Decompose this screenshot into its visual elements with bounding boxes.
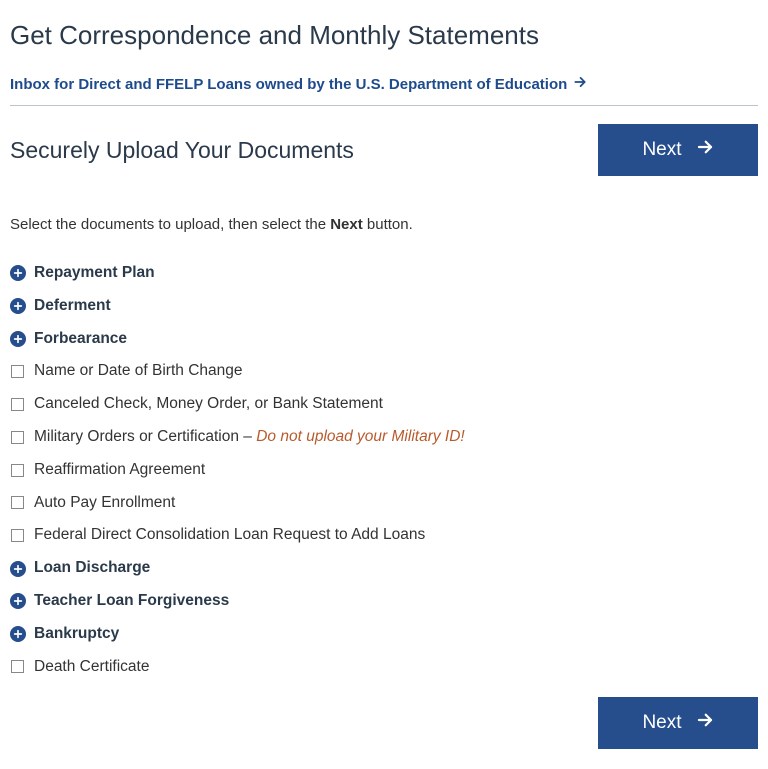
list-item: Teacher Loan Forgiveness bbox=[10, 585, 758, 618]
category-label[interactable]: Deferment bbox=[34, 294, 111, 319]
expand-icon[interactable] bbox=[10, 265, 26, 281]
list-item: Loan Discharge bbox=[10, 552, 758, 585]
warning-note: Do not upload your Military ID! bbox=[256, 428, 464, 445]
instruction-prefix: Select the documents to upload, then sel… bbox=[10, 216, 330, 233]
list-item: Federal Direct Consolidation Loan Reques… bbox=[10, 519, 758, 552]
category-label[interactable]: Bankruptcy bbox=[34, 622, 119, 647]
category-label[interactable]: Loan Discharge bbox=[34, 556, 150, 581]
list-item: Canceled Check, Money Order, or Bank Sta… bbox=[10, 388, 758, 421]
upload-header-row: Securely Upload Your Documents Next bbox=[10, 124, 758, 176]
checkbox-label[interactable]: Name or Date of Birth Change bbox=[34, 359, 243, 384]
checkbox[interactable] bbox=[11, 529, 24, 542]
checkbox[interactable] bbox=[11, 431, 24, 444]
checkbox-label-text: Reaffirmation Agreement bbox=[34, 461, 205, 478]
list-item: Deferment bbox=[10, 290, 758, 323]
expand-icon[interactable] bbox=[10, 626, 26, 642]
category-label[interactable]: Teacher Loan Forgiveness bbox=[34, 589, 229, 614]
next-button-label: Next bbox=[642, 139, 681, 161]
list-item: Auto Pay Enrollment bbox=[10, 487, 758, 520]
expand-icon[interactable] bbox=[10, 298, 26, 314]
instruction-text: Select the documents to upload, then sel… bbox=[10, 216, 758, 233]
list-item: Reaffirmation Agreement bbox=[10, 454, 758, 487]
checkbox-label[interactable]: Canceled Check, Money Order, or Bank Sta… bbox=[34, 392, 383, 417]
checkbox[interactable] bbox=[11, 660, 24, 673]
list-item: Name or Date of Birth Change bbox=[10, 355, 758, 388]
list-item: Forbearance bbox=[10, 323, 758, 356]
checkbox-label[interactable]: Reaffirmation Agreement bbox=[34, 458, 205, 483]
list-item: Death Certificate bbox=[10, 651, 758, 684]
upload-section-title: Securely Upload Your Documents bbox=[10, 137, 354, 164]
bottom-button-row: Next bbox=[10, 697, 758, 749]
page-title: Get Correspondence and Monthly Statement… bbox=[10, 20, 758, 51]
category-label[interactable]: Repayment Plan bbox=[34, 261, 155, 286]
checkbox-label[interactable]: Military Orders or Certification – Do no… bbox=[34, 425, 465, 450]
instruction-suffix: button. bbox=[363, 216, 413, 233]
arrow-right-icon bbox=[573, 75, 587, 93]
arrow-right-icon bbox=[696, 138, 714, 162]
list-item: Military Orders or Certification – Do no… bbox=[10, 421, 758, 454]
checkbox-label-text: Federal Direct Consolidation Loan Reques… bbox=[34, 526, 425, 543]
next-button-label: Next bbox=[642, 712, 681, 734]
checkbox[interactable] bbox=[11, 365, 24, 378]
list-item: Repayment Plan bbox=[10, 257, 758, 290]
expand-icon[interactable] bbox=[10, 593, 26, 609]
next-button-bottom[interactable]: Next bbox=[598, 697, 758, 749]
checkbox-label[interactable]: Federal Direct Consolidation Loan Reques… bbox=[34, 523, 425, 548]
expand-icon[interactable] bbox=[10, 331, 26, 347]
document-list: Repayment Plan Deferment Forbearance Name o… bbox=[10, 257, 758, 683]
checkbox-label-text: Auto Pay Enrollment bbox=[34, 494, 175, 511]
section-divider bbox=[10, 105, 758, 106]
category-label[interactable]: Forbearance bbox=[34, 327, 127, 352]
inbox-link[interactable]: Inbox for Direct and FFELP Loans owned b… bbox=[10, 75, 587, 93]
list-item: Bankruptcy bbox=[10, 618, 758, 651]
inbox-link-text: Inbox for Direct and FFELP Loans owned b… bbox=[10, 76, 567, 93]
arrow-right-icon bbox=[696, 711, 714, 735]
expand-icon[interactable] bbox=[10, 561, 26, 577]
checkbox-label-text: Military Orders or Certification bbox=[34, 428, 239, 445]
checkbox[interactable] bbox=[11, 398, 24, 411]
note-separator: – bbox=[239, 428, 256, 445]
checkbox-label[interactable]: Auto Pay Enrollment bbox=[34, 491, 175, 516]
checkbox[interactable] bbox=[11, 464, 24, 477]
next-button-top[interactable]: Next bbox=[598, 124, 758, 176]
instruction-emphasis: Next bbox=[330, 216, 363, 233]
checkbox-label-text: Canceled Check, Money Order, or Bank Sta… bbox=[34, 395, 383, 412]
checkbox-label-text: Death Certificate bbox=[34, 658, 149, 675]
checkbox[interactable] bbox=[11, 496, 24, 509]
checkbox-label-text: Name or Date of Birth Change bbox=[34, 362, 243, 379]
checkbox-label[interactable]: Death Certificate bbox=[34, 655, 149, 680]
